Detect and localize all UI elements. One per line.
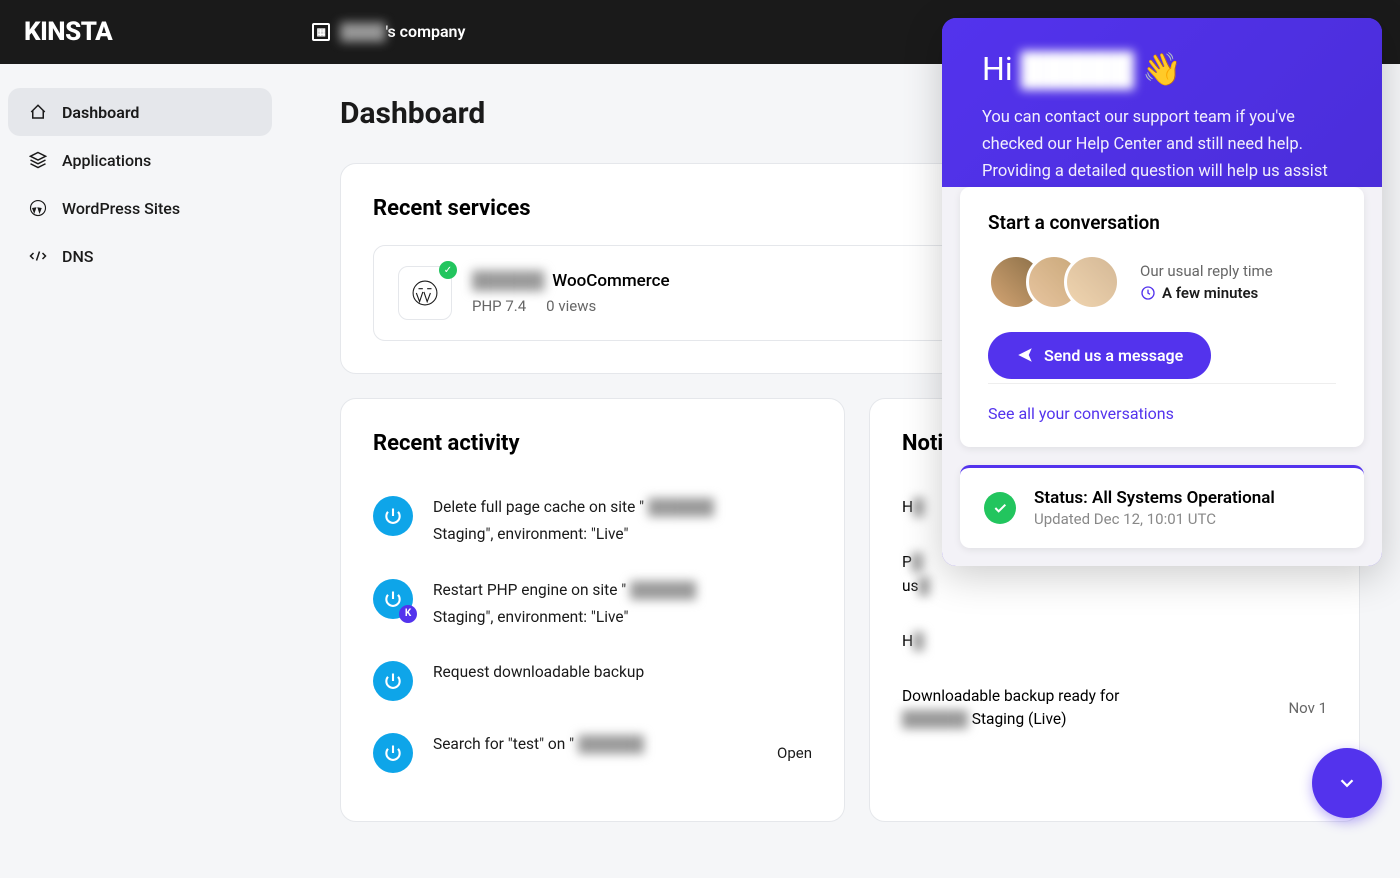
avatar [1064,254,1120,310]
support-toggle-button[interactable] [1312,748,1382,818]
support-greeting: Hi █████ 👋 [982,50,1342,88]
status-updated: Updated Dec 12, 10:01 UTC [1034,510,1275,528]
power-icon [373,496,413,536]
sidebar-item-label: DNS [62,247,93,266]
layers-icon [28,150,48,170]
status-card[interactable]: Status: All Systems Operational Updated … [960,465,1364,548]
support-card-title: Start a conversation [988,211,1336,234]
sidebar-item-applications[interactable]: Applications [8,136,272,184]
power-icon: K [373,579,413,619]
power-icon [373,661,413,701]
open-link[interactable]: Open [777,744,812,762]
wordpress-icon [28,198,48,218]
sidebar-item-dns[interactable]: DNS [8,232,272,280]
service-icon: ✓ [398,266,452,320]
activity-text: Restart PHP engine on site "██████ Stagi… [433,579,812,630]
reply-time-label: Our usual reply time [1140,262,1273,280]
status-online-icon: ✓ [439,261,457,279]
building-icon: ▦ [312,23,330,41]
activity-item[interactable]: Request downloadable backup [373,645,812,717]
sidebar-item-label: Dashboard [62,103,139,122]
send-icon [1016,346,1034,364]
reply-time-value: A few minutes [1162,284,1258,302]
home-icon [28,102,48,122]
check-icon [984,492,1016,524]
sidebar-item-label: WordPress Sites [62,199,180,218]
clock-icon [1140,285,1156,301]
status-title: Status: All Systems Operational [1034,488,1275,508]
card-title: Recent activity [373,431,812,456]
sidebar-item-wordpress[interactable]: WordPress Sites [8,184,272,232]
sidebar-item-dashboard[interactable]: Dashboard [8,88,272,136]
notification-item[interactable]: H█ [902,614,1327,669]
activity-item[interactable]: Search for "test" on "██████ Open [373,717,812,789]
activity-text: Request downloadable backup [433,661,644,684]
notification-date: Nov 1 [1288,699,1327,717]
recent-activity-card: Recent activity Delete full page cache o… [340,398,845,822]
notification-item[interactable]: Downloadable backup ready for ██████ Sta… [902,669,1327,748]
avatar-stack [988,254,1120,310]
support-description: You can contact our support team if you'… [982,104,1342,213]
k-badge-icon: K [399,605,417,623]
activity-item[interactable]: Delete full page cache on site "██████ S… [373,480,812,563]
logo: KINSTA [24,17,112,47]
support-widget: Hi █████ 👋 You can contact our support t… [942,18,1382,566]
see-all-conversations-link[interactable]: See all your conversations [988,383,1336,423]
wordpress-icon [412,280,438,306]
wave-icon: 👋 [1142,50,1182,88]
dns-icon [28,246,48,266]
chevron-down-icon [1336,772,1358,794]
activity-text: Delete full page cache on site "██████ S… [433,496,812,547]
sidebar: Dashboard Applications WordPress Sites D… [0,64,280,304]
sidebar-item-label: Applications [62,151,151,170]
activity-item[interactable]: K Restart PHP engine on site "██████ Sta… [373,563,812,646]
company-selector[interactable]: ▦ ████'s company [312,22,465,42]
support-conversation-card: Start a conversation Our usual reply tim… [960,187,1364,447]
send-message-button[interactable]: Send us a message [988,332,1211,379]
activity-text: Search for "test" on "██████ [433,733,644,756]
power-icon [373,733,413,773]
